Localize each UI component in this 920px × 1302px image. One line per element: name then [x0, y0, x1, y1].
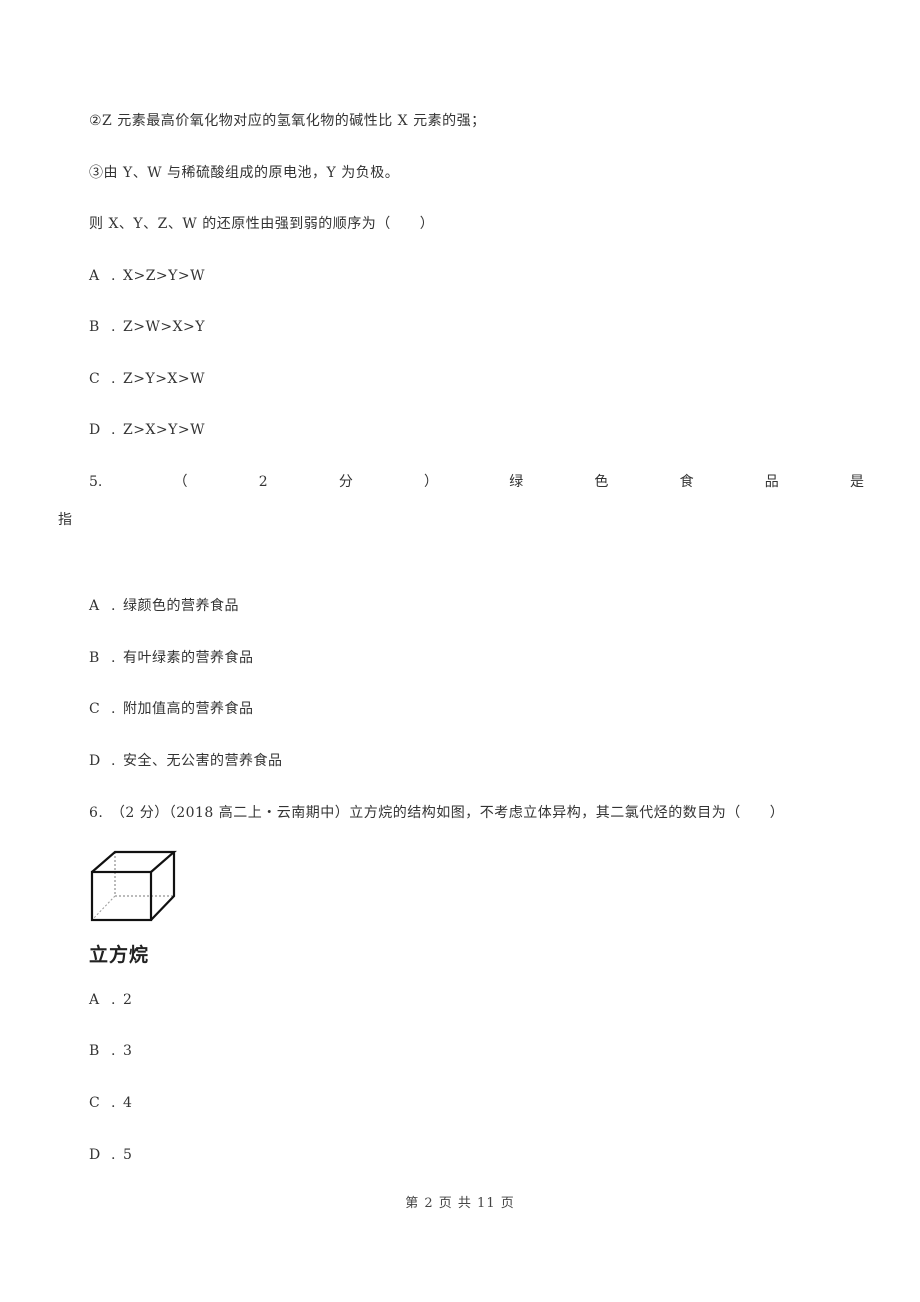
q4-option-c[interactable]: C. Z>Y>X>W: [89, 370, 205, 388]
q5-option-a[interactable]: A. 绿颜色的营养食品: [89, 597, 239, 615]
option-label: A: [89, 268, 100, 284]
q6-option-b[interactable]: B.3: [89, 1042, 132, 1060]
option-label: C: [89, 701, 101, 717]
option-text: Z>X>Y>W: [123, 422, 206, 438]
option-text: Z>Y>X>W: [123, 371, 206, 387]
cube-top-face: [91, 850, 177, 873]
q4-condition-3: ③由 Y、W 与稀硫酸组成的原电池，Y 为负极。: [89, 165, 400, 181]
q5-stem: 5. （ 2 分 ） 绿 色 食 品 是: [89, 474, 864, 490]
q5-number: 5.: [89, 474, 103, 490]
q5-option-b[interactable]: B. 有叶绿素的营养食品: [89, 649, 254, 667]
q6-option-a[interactable]: A.2: [89, 991, 132, 1009]
figure-caption: 立方烷: [89, 944, 150, 966]
option-text: 绿颜色的营养食品: [123, 598, 239, 614]
option-label: D: [89, 1147, 101, 1163]
q4-option-a[interactable]: A. X>Z>Y>W: [89, 267, 205, 285]
option-label: A: [89, 598, 100, 614]
option-text: 5: [123, 1147, 133, 1163]
cube-hidden-edge: [91, 895, 116, 921]
option-label: C: [89, 371, 101, 387]
page-number-footer: 第 2 页 共 11 页: [405, 1196, 515, 1211]
q6-stem: 6. （2 分）（2018 高二上・云南期中）立方烷的结构如图，不考虑立体异构，…: [89, 805, 785, 821]
option-label: D: [89, 753, 101, 769]
option-text: 4: [123, 1095, 133, 1111]
option-label: B: [89, 319, 100, 335]
option-text: 3: [123, 1043, 133, 1059]
q5-stem-continuation: 指: [58, 512, 72, 528]
cubane-structure-figure: [90, 850, 177, 922]
option-text: 有叶绿素的营养食品: [123, 650, 254, 666]
q4-question: 则 X、Y、Z、W 的还原性由强到弱的顺序为（ ）: [89, 216, 435, 232]
q6-option-c[interactable]: C.4: [89, 1094, 132, 1112]
q5-option-c[interactable]: C. 附加值高的营养食品: [89, 700, 254, 718]
option-text: 2: [123, 992, 133, 1008]
q5-option-d[interactable]: D. 安全、无公害的营养食品: [89, 752, 283, 770]
q4-condition-2: ②Z 元素最高价氧化物对应的氢氧化物的碱性比 X 元素的强；: [89, 113, 486, 129]
q4-option-b[interactable]: B. Z>W>X>Y: [89, 318, 205, 336]
option-text: X>Z>Y>W: [123, 268, 206, 284]
option-label: A: [89, 992, 100, 1008]
option-text: 安全、无公害的营养食品: [123, 753, 283, 769]
option-label: C: [89, 1095, 101, 1111]
option-label: B: [89, 650, 100, 666]
option-text: 附加值高的营养食品: [123, 701, 254, 717]
option-label: B: [89, 1043, 100, 1059]
q6-option-d[interactable]: D.5: [89, 1146, 132, 1164]
option-text: Z>W>X>Y: [123, 319, 206, 335]
cube-front-face: [90, 870, 153, 922]
q4-option-d[interactable]: D. Z>X>Y>W: [89, 421, 205, 439]
option-label: D: [89, 422, 101, 438]
